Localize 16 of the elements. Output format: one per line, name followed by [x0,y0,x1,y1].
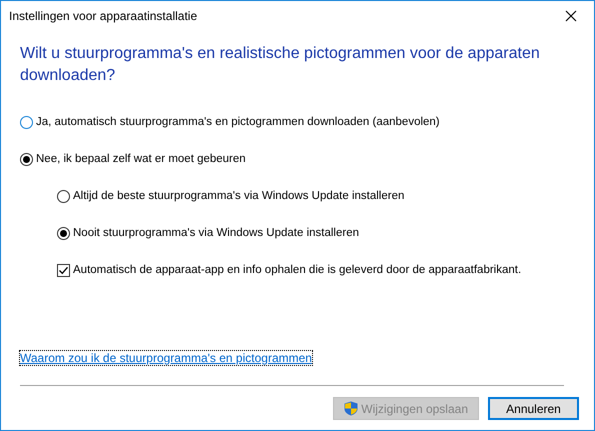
option-label: Ja, automatisch stuurprogramma's en pictogrammen downloaden (aanbevolen) [36,116,440,128]
close-icon [565,10,577,22]
shield-icon [344,401,358,416]
option-label: Nooit stuurprogramma's via Windows Update installeren [73,227,359,239]
dialog-heading: Wilt u stuurprogramma's en realistische pictogrammen voor de apparaten downloaden? [20,44,541,86]
option-label: Altijd de beste stuurprogramma's via Windows Update installeren [73,190,404,202]
checkbox[interactable] [57,264,70,276]
option-label: Automatisch de apparaat-app en info ophalen die is geleverd door de apparaatfabrikant. [73,264,522,276]
window-title: Instellingen voor apparaatinstallatie [9,9,198,23]
radio-button[interactable] [57,190,70,202]
dialog-button[interactable]: Annuleren [488,397,579,420]
radio-button[interactable] [57,226,70,240]
help-link[interactable]: Waarom zou ik de stuurprogramma's en pictogrammen [20,351,312,365]
radio-button[interactable] [20,152,33,166]
radio-button[interactable] [20,116,33,128]
option-label: Nee, ik bepaal zelf wat er moet gebeuren [36,153,246,165]
